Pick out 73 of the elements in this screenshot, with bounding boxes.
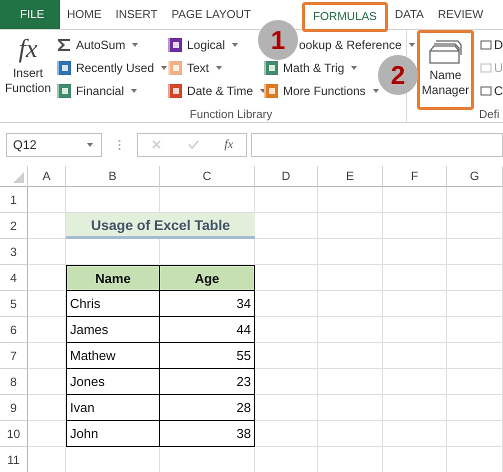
row-header[interactable]: 1 [0,187,28,213]
caret-icon [351,66,358,70]
function-category-button[interactable]: Math & Trig [262,57,358,78]
box-icon [480,38,492,50]
sheet-title: Usage of Excel Table [66,213,255,239]
column-header[interactable]: B [66,166,160,187]
insert-function-button[interactable]: fx [224,137,234,152]
table-header-cell: Age [160,265,255,291]
row-header[interactable]: 11 [0,447,28,472]
table-cell: 23 [160,369,255,395]
table-cell: Jones [66,369,160,395]
insert-function-button[interactable]: fx Insert Function [0,30,56,122]
table-cell: 55 [160,343,255,369]
table-cell: Mathew [66,343,160,369]
function-category-button[interactable]: Logical [166,34,238,55]
caret-icon [216,66,222,70]
row-header[interactable]: 2 [0,213,28,239]
row-header[interactable]: 9 [0,395,28,421]
box-icon [480,84,492,96]
name-box[interactable]: Q12 [6,132,102,156]
defined-names-button[interactable]: C [480,80,503,101]
drawer-icon [428,39,462,65]
table-cell: Chris [66,291,160,317]
row-header[interactable]: 6 [0,317,28,343]
column-header[interactable]: A [28,166,66,187]
ribbon-tab[interactable]: REVIEW [430,0,490,29]
function-category-button[interactable]: Recently Used [56,57,168,78]
row-header[interactable]: 10 [0,421,28,447]
ribbon-tab[interactable]: HOME [60,0,108,29]
table-cell: 34 [160,291,255,317]
function-category-button[interactable]: AutoSum [56,34,138,55]
function-category-button[interactable]: Financial [56,80,137,101]
caret-icon [132,42,138,46]
row-header[interactable]: 7 [0,343,28,369]
group-label: Function Library [188,108,274,121]
table-header-cell: Name [66,265,160,291]
ribbon-tab[interactable]: INSERT [108,0,164,29]
column-header[interactable]: G [447,166,503,187]
group-label: Defi [478,108,500,121]
row-header[interactable]: 3 [0,239,28,265]
name-manager-button[interactable]: Name Manager [416,30,474,110]
row-header[interactable]: 5 [0,291,28,317]
table-cell: James [66,317,160,343]
ribbon-tab[interactable]: DATA [388,0,431,29]
caret-icon [131,88,137,92]
ribbon-tab[interactable]: FORMULAS [302,2,388,32]
table-cell: 28 [160,395,255,421]
select-all-icon[interactable] [13,172,24,183]
check-icon[interactable] [188,139,199,150]
ribbon-tab[interactable]: PAGE LAYOUT [164,0,258,29]
function-category-button[interactable]: ookup & Reference [298,34,415,55]
column-header[interactable]: D [255,166,318,187]
caret-icon [161,66,168,70]
column-header[interactable]: F [383,166,447,187]
caret-icon [372,88,379,92]
caret-icon [232,42,238,46]
table-cell: 44 [160,317,255,343]
ribbon-tab[interactable]: FILE [0,0,60,29]
formula-input[interactable] [251,132,503,156]
table-cell: John [66,421,160,447]
column-header[interactable]: E [318,166,383,187]
grip-icon [118,138,121,150]
caret-icon [408,42,415,46]
column-header[interactable]: C [160,166,255,187]
caret-icon [87,142,93,146]
cancel-icon[interactable] [150,139,162,150]
row-header[interactable]: 8 [0,369,28,395]
table-cell: Ivan [66,395,160,421]
function-category-button[interactable]: Text [166,57,222,78]
defined-names-button[interactable]: D [480,34,503,55]
box-icon [480,62,492,74]
table-cell: 38 [160,421,255,447]
row-header[interactable]: 4 [0,265,28,291]
